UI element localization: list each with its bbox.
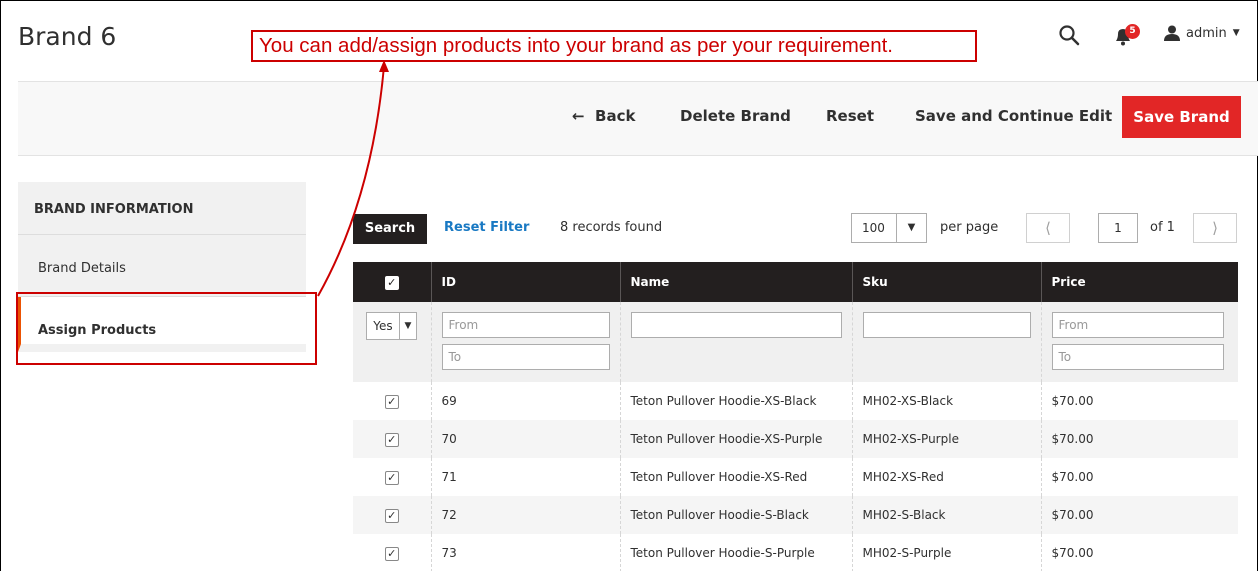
table-row[interactable]: ✓ 71 Teton Pullover Hoodie-XS-Red MH02-X… bbox=[353, 458, 1238, 496]
row-checkbox[interactable]: ✓ bbox=[384, 508, 399, 523]
table-row[interactable]: ✓ 73 Teton Pullover Hoodie-S-Purple MH02… bbox=[353, 534, 1238, 571]
column-header-id[interactable]: ID bbox=[430, 262, 620, 302]
cell-id: 71 bbox=[430, 458, 620, 496]
save-brand-button[interactable]: Save Brand bbox=[1122, 96, 1241, 138]
records-count: 8 records found bbox=[560, 220, 663, 235]
table-row[interactable]: ✓ 72 Teton Pullover Hoodie-S-Black MH02-… bbox=[353, 496, 1238, 534]
save-and-continue-button[interactable]: Save and Continue Edit bbox=[915, 107, 1112, 125]
arrow-left-icon: ← bbox=[572, 107, 585, 125]
chevron-left-icon: ⟨ bbox=[1045, 219, 1051, 237]
annotation-callout: You can add/assign products into your br… bbox=[251, 30, 977, 62]
nav-heading: BRAND INFORMATION bbox=[18, 182, 306, 235]
back-button[interactable]: ← Back bbox=[572, 107, 635, 125]
cell-sku: MH02-S-Purple bbox=[851, 534, 1041, 571]
table-header-row: ✓ ID Name Sku Price bbox=[353, 262, 1238, 302]
page-title: Brand 6 bbox=[18, 22, 117, 51]
row-checkbox[interactable]: ✓ bbox=[384, 470, 399, 485]
table-row[interactable]: ✓ 69 Teton Pullover Hoodie-XS-Black MH02… bbox=[353, 382, 1238, 420]
name-filter[interactable] bbox=[630, 312, 842, 338]
cell-price: $70.00 bbox=[1040, 458, 1238, 496]
cell-sku: MH02-XS-Black bbox=[851, 382, 1041, 420]
cell-id: 72 bbox=[430, 496, 620, 534]
row-checkbox[interactable]: ✓ bbox=[384, 546, 399, 561]
table-row[interactable]: ✓ 70 Teton Pullover Hoodie-XS-Purple MH0… bbox=[353, 420, 1238, 458]
tab-brand-details[interactable]: Brand Details bbox=[18, 235, 306, 297]
cell-name: Teton Pullover Hoodie-XS-Black bbox=[619, 382, 852, 420]
checkmark-icon: ✓ bbox=[384, 275, 399, 290]
search-button[interactable]: Search bbox=[353, 214, 427, 244]
price-to-filter[interactable]: To bbox=[1051, 344, 1224, 370]
user-icon bbox=[1164, 25, 1180, 41]
row-checkbox[interactable]: ✓ bbox=[384, 394, 399, 409]
sku-filter[interactable] bbox=[862, 312, 1031, 338]
current-page-input[interactable]: 1 bbox=[1098, 213, 1138, 243]
next-page-button[interactable]: ⟩ bbox=[1193, 213, 1237, 243]
cell-name: Teton Pullover Hoodie-XS-Purple bbox=[619, 420, 852, 458]
caret-down-icon: ▼ bbox=[896, 214, 926, 242]
cell-sku: MH02-XS-Purple bbox=[851, 420, 1041, 458]
cell-name: Teton Pullover Hoodie-XS-Red bbox=[619, 458, 852, 496]
user-name: admin bbox=[1186, 25, 1227, 41]
products-grid: ✓ ID Name Sku Price Yes ▼ From To From T… bbox=[353, 262, 1238, 571]
highlight-box bbox=[16, 292, 317, 365]
cell-price: $70.00 bbox=[1040, 382, 1238, 420]
delete-brand-button[interactable]: Delete Brand bbox=[680, 107, 791, 125]
in-brand-filter-select[interactable]: Yes ▼ bbox=[366, 312, 418, 340]
cell-sku: MH02-S-Black bbox=[851, 496, 1041, 534]
column-header-sku[interactable]: Sku bbox=[851, 262, 1041, 302]
search-icon[interactable] bbox=[1058, 24, 1080, 46]
per-page-select[interactable]: 100 ▼ bbox=[851, 213, 927, 243]
id-from-filter[interactable]: From bbox=[441, 312, 610, 338]
in-brand-filter-value: Yes bbox=[373, 319, 393, 333]
chevron-right-icon: ⟩ bbox=[1212, 219, 1218, 237]
cell-id: 69 bbox=[430, 382, 620, 420]
per-page-label: per page bbox=[940, 220, 999, 235]
column-header-name[interactable]: Name bbox=[619, 262, 852, 302]
cell-sku: MH02-XS-Red bbox=[851, 458, 1041, 496]
filter-row: Yes ▼ From To From To bbox=[353, 302, 1238, 382]
cell-price: $70.00 bbox=[1040, 420, 1238, 458]
reset-button[interactable]: Reset bbox=[826, 107, 874, 125]
price-from-filter[interactable]: From bbox=[1051, 312, 1224, 338]
back-label: Back bbox=[595, 107, 636, 125]
cell-id: 70 bbox=[430, 420, 620, 458]
id-to-filter[interactable]: To bbox=[441, 344, 610, 370]
caret-down-icon: ▼ bbox=[1232, 28, 1240, 38]
per-page-value: 100 bbox=[862, 221, 885, 235]
total-pages-label: of 1 bbox=[1150, 220, 1175, 235]
reset-filter-link[interactable]: Reset Filter bbox=[444, 220, 529, 235]
prev-page-button[interactable]: ⟨ bbox=[1026, 213, 1070, 243]
select-all-checkbox[interactable]: ✓ bbox=[353, 262, 431, 302]
column-header-price[interactable]: Price bbox=[1040, 262, 1238, 302]
user-menu[interactable]: admin ▼ bbox=[1164, 25, 1240, 41]
caret-down-icon: ▼ bbox=[398, 313, 417, 339]
cell-name: Teton Pullover Hoodie-S-Black bbox=[619, 496, 852, 534]
cell-price: $70.00 bbox=[1040, 496, 1238, 534]
notification-count-badge: 5 bbox=[1125, 24, 1140, 39]
row-checkbox[interactable]: ✓ bbox=[384, 432, 399, 447]
cell-id: 73 bbox=[430, 534, 620, 571]
cell-name: Teton Pullover Hoodie-S-Purple bbox=[619, 534, 852, 571]
cell-price: $70.00 bbox=[1040, 534, 1238, 571]
